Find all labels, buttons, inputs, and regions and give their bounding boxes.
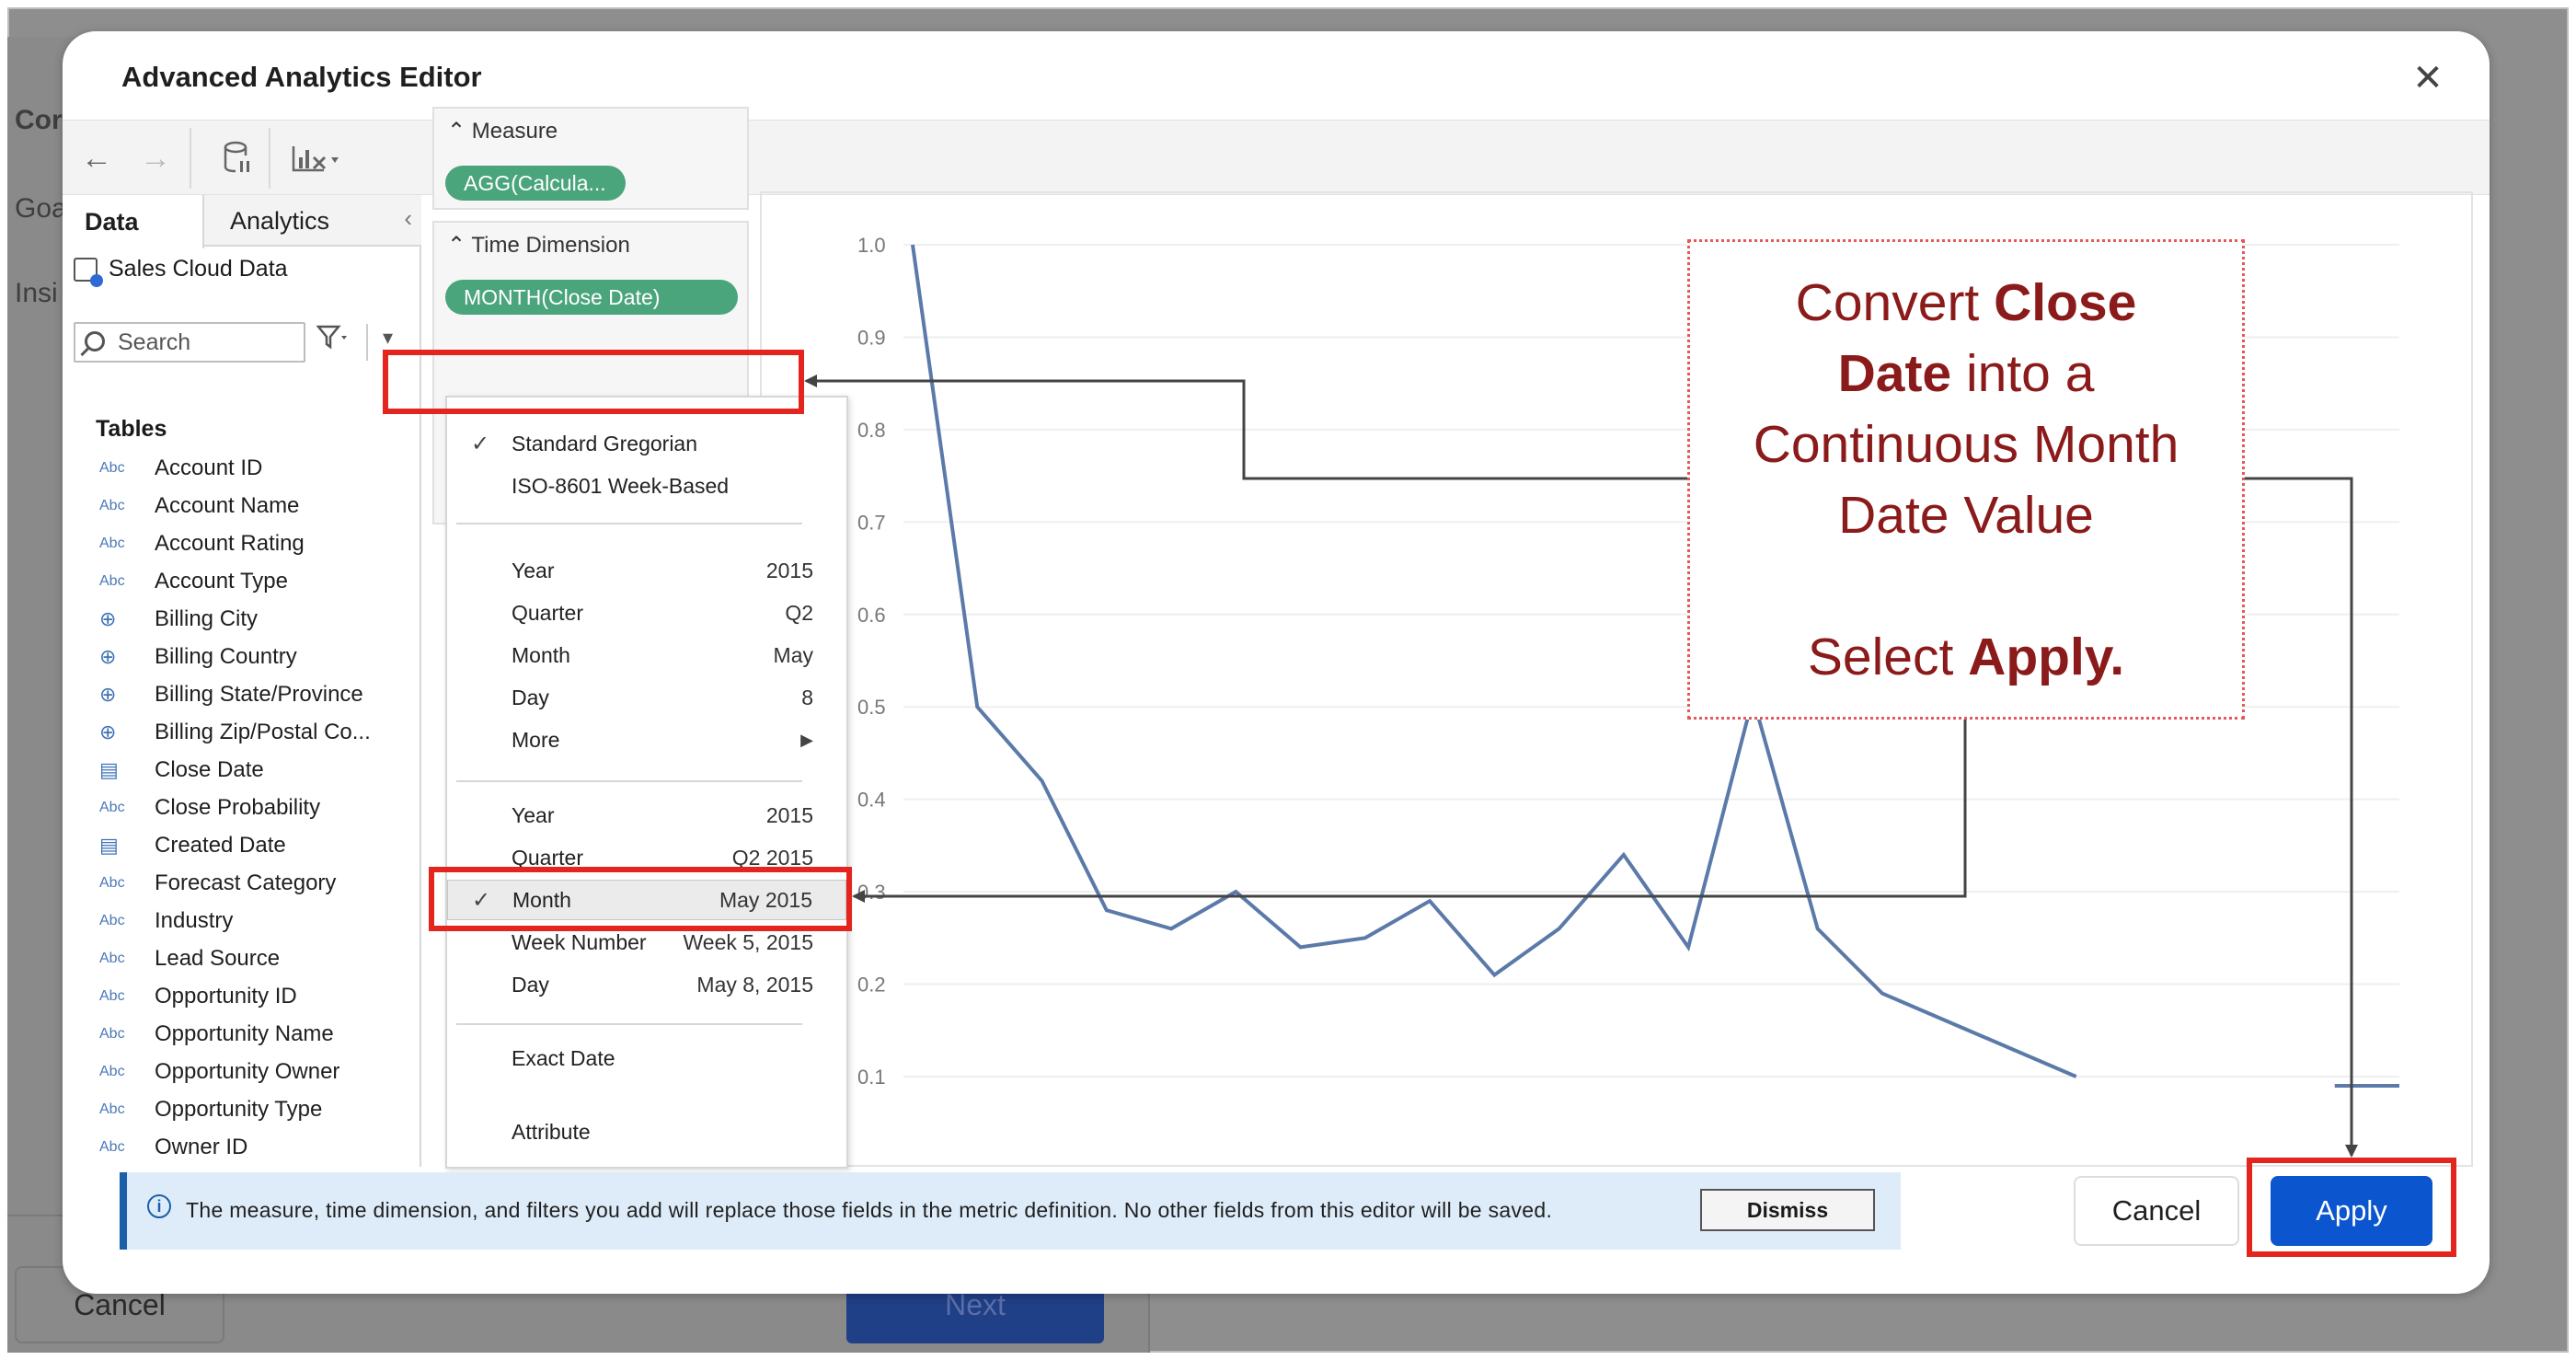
arrow-to-month-item xyxy=(852,720,1967,903)
arrow-to-time-pill xyxy=(804,375,1687,480)
annotation-arrows xyxy=(804,375,2358,1158)
arrow-to-apply xyxy=(2245,477,2358,1158)
